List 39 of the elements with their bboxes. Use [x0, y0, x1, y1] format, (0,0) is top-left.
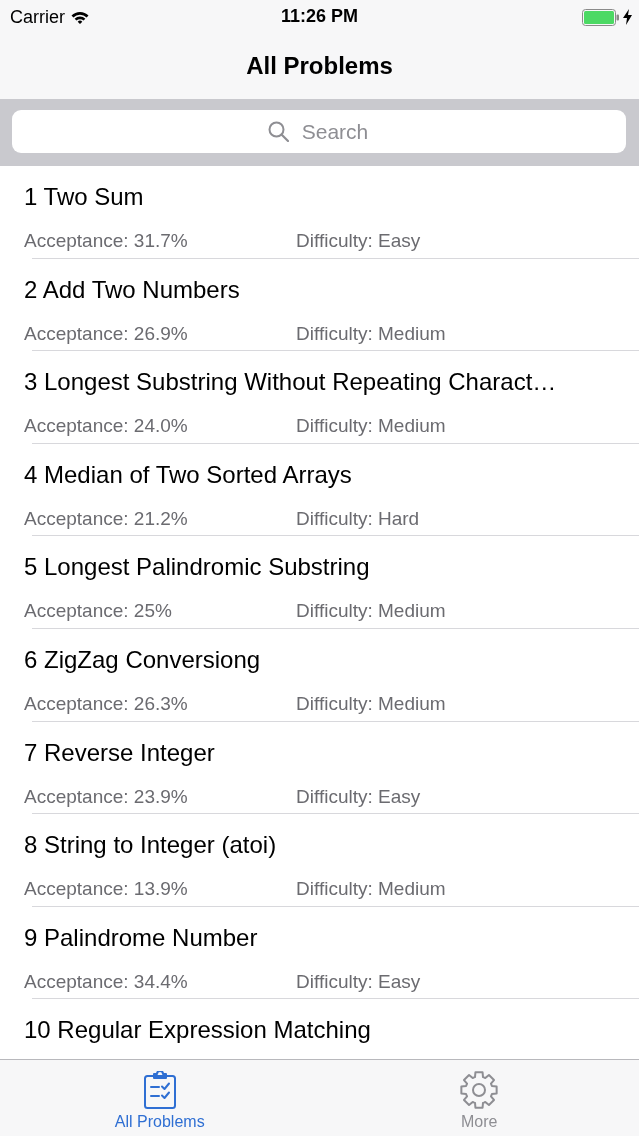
difficulty-text: Difficulty: Medium	[296, 599, 446, 624]
problem-title: 6 ZigZag Conversiong	[23, 644, 262, 675]
acceptance-text: Acceptance: 21.2%	[24, 506, 189, 531]
clipboard-checklist-icon	[143, 1071, 176, 1109]
difficulty-text: Difficulty: Hard	[296, 506, 420, 531]
problem-title: 10 Regular Expression Matching	[23, 1015, 372, 1046]
difficulty-text: Difficulty: Medium	[296, 691, 446, 716]
acceptance-text: Acceptance: 24.0%	[24, 414, 189, 439]
problem-title: 8 String to Integer (atoi)	[23, 830, 278, 861]
problem-title: 1 Two Sum	[23, 182, 145, 212]
charging-bolt-icon	[623, 9, 632, 25]
acceptance-text: Acceptance: 26.9%	[24, 321, 189, 346]
acceptance-text: Acceptance: 25%	[24, 599, 173, 624]
acceptance-text: Acceptance: 13.9%	[24, 877, 189, 902]
gear-icon	[459, 1070, 500, 1110]
problem-title: 7 Reverse Integer	[23, 737, 216, 768]
carrier-name: Carrier	[10, 6, 65, 28]
problem-title: 9 Palindrome Number	[23, 922, 259, 953]
clock-time: 11:26 PM	[280, 6, 358, 27]
difficulty-text: Difficulty: Medium	[296, 414, 446, 439]
problem-title: 3 Longest Substring Without Repeating Charact…	[23, 367, 558, 398]
search-field[interactable]: Search	[12, 110, 626, 153]
search-icon	[268, 121, 289, 142]
wifi-icon	[71, 10, 89, 24]
difficulty-text: Difficulty: Easy	[296, 784, 421, 809]
acceptance-text: Acceptance: 31.7%	[24, 229, 189, 253]
problem-title: 5 Longest Palindromic Substring	[23, 552, 371, 583]
acceptance-text: Acceptance: 26.3%	[24, 691, 189, 716]
tab[interactable]: All Problems	[0, 1060, 320, 1136]
difficulty-text: Difficulty: Medium	[296, 321, 446, 346]
difficulty-text: Difficulty: Easy	[296, 969, 421, 994]
battery-icon	[582, 8, 619, 26]
problem-title: 2 Add Two Numbers	[23, 274, 241, 305]
acceptance-text: Acceptance: 34.4%	[24, 969, 189, 994]
difficulty-text: Difficulty: Medium	[296, 877, 446, 902]
problem-title: 4 Median of Two Sorted Arrays	[23, 459, 353, 490]
acceptance-text: Acceptance: 23.9%	[24, 784, 189, 809]
screen-title: All Problems	[246, 51, 393, 80]
difficulty-text: Difficulty: Easy	[296, 229, 421, 253]
